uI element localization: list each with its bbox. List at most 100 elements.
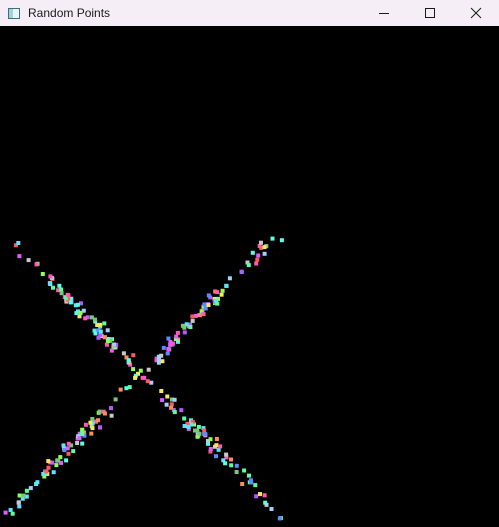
random-point: [254, 494, 259, 499]
random-point: [196, 424, 201, 429]
random-point: [279, 238, 284, 243]
random-point: [88, 420, 93, 425]
app-icon: [8, 7, 20, 19]
random-point: [186, 425, 191, 429]
random-point: [184, 322, 189, 327]
random-point: [214, 437, 219, 441]
random-point: [227, 276, 232, 281]
random-point: [188, 325, 193, 329]
random-point: [164, 402, 169, 407]
random-point: [172, 410, 177, 415]
random-point: [44, 469, 49, 474]
random-point: [223, 461, 228, 466]
random-point: [66, 451, 71, 456]
points-layer: [3, 236, 284, 521]
random-point: [214, 443, 219, 448]
random-point: [17, 254, 22, 259]
random-point: [169, 402, 174, 407]
random-point: [262, 245, 267, 250]
random-point: [109, 348, 114, 353]
random-point: [90, 426, 95, 431]
random-point: [98, 425, 102, 430]
random-point: [182, 424, 187, 428]
random-point: [83, 422, 88, 427]
random-point: [54, 463, 59, 468]
random-point: [166, 336, 171, 341]
random-point: [48, 274, 53, 279]
random-point: [68, 300, 73, 305]
minimize-button[interactable]: [361, 0, 407, 26]
random-point: [253, 483, 258, 488]
random-point: [182, 416, 187, 421]
random-point: [46, 459, 51, 464]
random-point: [240, 482, 245, 486]
random-point: [80, 427, 85, 432]
random-point: [24, 488, 29, 493]
random-point: [190, 318, 195, 323]
close-button[interactable]: [453, 0, 499, 26]
random-point: [138, 368, 143, 373]
random-point: [102, 335, 107, 340]
random-point: [229, 457, 233, 462]
random-point: [80, 441, 85, 446]
random-point: [219, 292, 224, 297]
random-point: [159, 389, 164, 393]
random-point: [259, 240, 263, 245]
close-icon: [470, 7, 482, 19]
random-point: [193, 313, 198, 318]
random-point: [160, 398, 165, 403]
random-point: [3, 510, 8, 515]
random-point: [239, 269, 244, 274]
random-point: [206, 293, 211, 298]
random-point: [254, 261, 259, 266]
random-point: [255, 257, 260, 262]
random-point: [197, 431, 202, 436]
random-point: [161, 345, 166, 350]
random-point: [175, 330, 180, 335]
random-point: [166, 347, 171, 351]
random-point: [89, 431, 94, 436]
random-point: [21, 493, 26, 498]
random-point: [156, 360, 161, 365]
maximize-button[interactable]: [407, 0, 453, 26]
random-point: [83, 316, 88, 321]
random-point: [250, 250, 255, 255]
random-point: [140, 375, 145, 380]
drawing-canvas[interactable]: [0, 26, 499, 527]
random-point: [98, 322, 103, 327]
random-point: [149, 380, 154, 385]
random-point: [269, 507, 274, 511]
random-point: [102, 321, 107, 326]
random-point: [242, 468, 247, 473]
random-point: [40, 272, 45, 276]
random-point: [121, 351, 126, 356]
random-point: [201, 312, 206, 317]
random-point: [8, 508, 13, 512]
random-point: [105, 328, 110, 333]
random-point: [202, 302, 207, 307]
random-point: [277, 516, 282, 521]
random-point: [218, 444, 223, 449]
random-point: [46, 465, 51, 470]
random-point: [109, 413, 114, 418]
random-point: [109, 406, 113, 411]
random-point: [263, 500, 268, 505]
random-point: [202, 428, 207, 433]
random-point: [270, 236, 275, 241]
random-point: [98, 329, 103, 334]
random-point: [206, 303, 211, 307]
random-point: [256, 253, 261, 258]
title-bar[interactable]: Random Points: [0, 0, 499, 26]
random-point: [229, 463, 234, 468]
random-point: [51, 470, 56, 475]
app-window: Random Points: [0, 0, 499, 527]
random-point: [214, 454, 218, 459]
random-point: [262, 251, 267, 256]
random-point: [26, 258, 31, 263]
random-point: [96, 418, 101, 423]
random-point: [51, 285, 55, 290]
random-point: [145, 379, 150, 384]
random-point: [66, 441, 71, 446]
random-point: [112, 342, 117, 347]
random-point: [66, 293, 71, 298]
